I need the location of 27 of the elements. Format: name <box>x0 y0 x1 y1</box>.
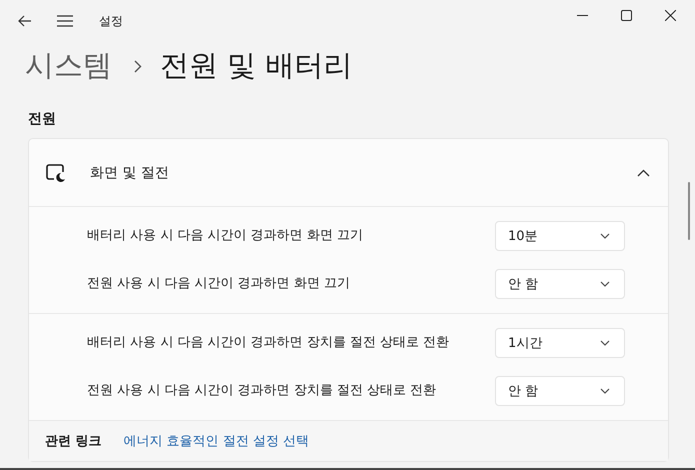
breadcrumb-parent[interactable]: 시스템 <box>25 46 112 86</box>
dropdown[interactable]: 안 함 <box>495 376 625 406</box>
setting-label: 전원 사용 시 다음 시간이 경과하면 장치를 절전 상태로 전환 <box>87 382 438 400</box>
menu-icon[interactable] <box>57 15 73 27</box>
setting-label: 전원 사용 시 다음 시간이 경과하면 화면 끄기 <box>87 275 351 293</box>
dropdown[interactable]: 안 함 <box>495 269 625 299</box>
dropdown[interactable]: 10분 <box>495 221 625 251</box>
chevron-down-icon <box>600 233 610 239</box>
window-title: 설정 <box>99 12 123 30</box>
dropdown[interactable]: 1시간 <box>495 328 625 358</box>
maximize-icon[interactable] <box>621 10 632 20</box>
back-icon[interactable] <box>18 15 32 27</box>
related-links-label: 관련 링크 <box>45 433 102 450</box>
chevron-down-icon <box>600 388 610 394</box>
chevron-right-icon <box>134 60 142 72</box>
setting-label: 배터리 사용 시 다음 시간이 경과하면 화면 끄기 <box>87 227 364 245</box>
chevron-down-icon <box>600 281 610 287</box>
power-settings-link[interactable]: 에너지 효율적인 절전 설정 선택 <box>124 432 310 450</box>
section-title: 전원 <box>27 110 57 129</box>
scrollbar[interactable] <box>688 182 690 240</box>
card-title: 화면 및 절전 <box>90 164 169 182</box>
expand-chevron-icon[interactable] <box>637 168 650 176</box>
page-title: 전원 및 배터리 <box>160 47 352 84</box>
setting-label: 배터리 사용 시 다음 시간이 경과하면 장치를 절전 상태로 전환 <box>87 334 450 352</box>
screen-sleep-icon <box>45 162 67 182</box>
close-icon[interactable] <box>665 10 676 20</box>
chevron-down-icon <box>600 340 610 346</box>
